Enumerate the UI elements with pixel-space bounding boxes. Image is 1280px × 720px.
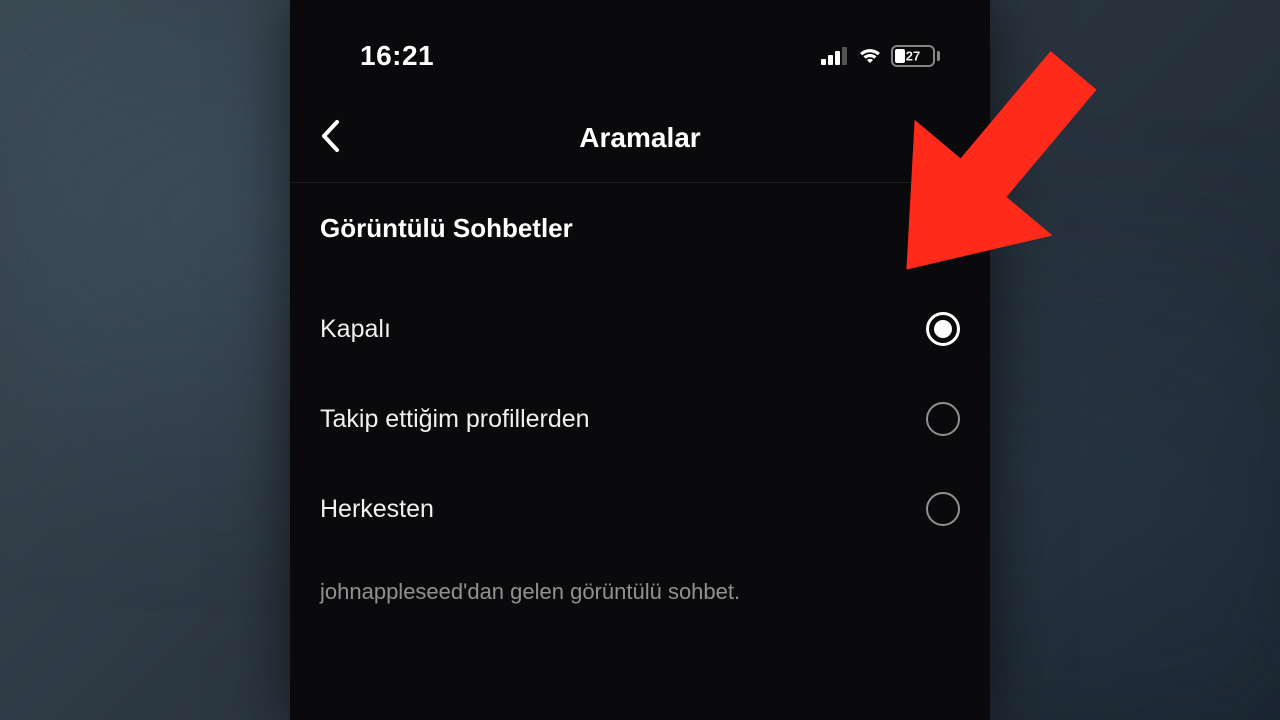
status-time: 16:21 [360, 40, 434, 72]
radio-unselected-icon[interactable] [926, 402, 960, 436]
radio-selected-icon[interactable] [926, 312, 960, 346]
wifi-icon [857, 46, 883, 66]
status-bar: 16:21 27 [290, 0, 990, 92]
cellular-signal-icon [821, 47, 849, 65]
back-button[interactable] [320, 119, 340, 158]
content-area: Görüntülü Sohbetler Kapalı Takip ettiğim… [290, 183, 990, 635]
status-icons: 27 [821, 45, 940, 67]
battery-indicator: 27 [891, 45, 940, 67]
nav-header: Aramalar [290, 92, 990, 183]
option-label: Herkesten [320, 495, 434, 524]
option-off[interactable]: Kapalı [320, 284, 960, 374]
section-footer-text: johnappleseed'dan gelen görüntülü sohbet… [320, 579, 960, 635]
section-title: Görüntülü Sohbetler [320, 213, 960, 244]
page-title: Aramalar [320, 122, 960, 154]
radio-unselected-icon[interactable] [926, 492, 960, 526]
option-following[interactable]: Takip ettiğim profillerden [320, 374, 960, 464]
option-label: Kapalı [320, 315, 391, 344]
battery-percent: 27 [906, 49, 920, 64]
option-label: Takip ettiğim profillerden [320, 405, 590, 434]
option-everyone[interactable]: Herkesten [320, 464, 960, 554]
phone-screen: 16:21 27 [290, 0, 990, 720]
